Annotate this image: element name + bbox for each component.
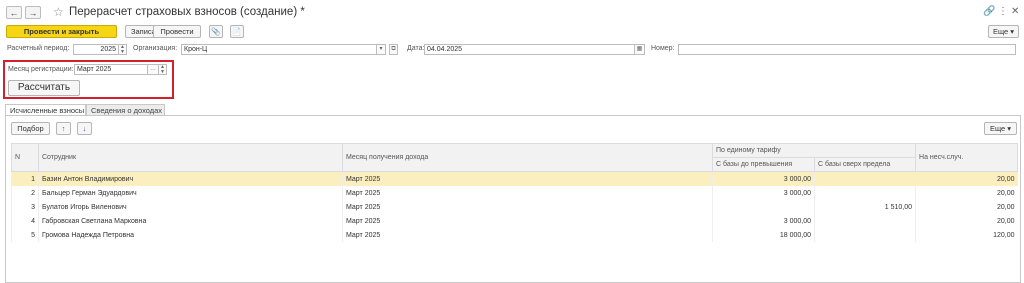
row-base-below: 3 000,00: [712, 186, 815, 200]
post-and-close-button[interactable]: Провести и закрыть: [6, 25, 117, 38]
column-header-month[interactable]: Месяц получения дохода: [342, 143, 713, 172]
organization-dropdown-icon[interactable]: ▾: [377, 44, 386, 55]
row-accident: 20,00: [915, 200, 1018, 214]
column-header-n[interactable]: N: [11, 143, 39, 172]
row-accident: 20,00: [915, 186, 1018, 200]
row-base-above: [813, 228, 916, 242]
row-accident: 120,00: [915, 228, 1018, 242]
table-row[interactable]: 3 Булатов Игорь Виленович Март 2025 1 51…: [11, 200, 1018, 214]
row-employee: Бальцер Герман Эдуардович: [38, 186, 343, 200]
column-header-unified-tariff[interactable]: По единому тарифу: [711, 143, 917, 158]
row-base-above: 1 510,00: [813, 200, 916, 214]
move-down-icon[interactable]: ↓: [77, 122, 92, 135]
row-month: Март 2025: [342, 228, 713, 242]
row-month: Март 2025: [342, 186, 713, 200]
organization-open-icon[interactable]: ⧉: [389, 44, 398, 55]
column-header-base-below[interactable]: С базы до превышения: [712, 157, 815, 172]
column-header-base-above[interactable]: С базы сверх предела: [813, 157, 917, 172]
registration-month-select-icon[interactable]: …: [148, 64, 159, 75]
row-number: 2: [11, 186, 39, 200]
column-header-employee[interactable]: Сотрудник: [38, 143, 343, 172]
registration-month-input[interactable]: Март 2025: [74, 64, 148, 75]
back-button[interactable]: ←: [6, 6, 22, 19]
table-row[interactable]: 1 Базин Антон Владимирович Март 2025 3 0…: [11, 171, 1018, 186]
menu-icon[interactable]: ⋮: [998, 6, 1008, 17]
date-label: Дата:: [407, 45, 425, 52]
number-label: Номер:: [651, 45, 675, 52]
row-number: 4: [11, 214, 39, 228]
row-base-below: 18 000,00: [712, 228, 815, 242]
calendar-icon[interactable]: ▦: [635, 44, 645, 55]
row-number: 1: [11, 171, 39, 186]
row-employee: Габровская Светлана Марковна: [38, 214, 343, 228]
row-base-below: 3 000,00: [712, 171, 815, 186]
row-month: Март 2025: [342, 214, 713, 228]
row-employee: Базин Антон Владимирович: [38, 171, 343, 186]
link-icon[interactable]: 🔗: [983, 6, 995, 17]
attachment-icon[interactable]: 📎: [209, 25, 223, 38]
organization-label: Организация:: [133, 45, 178, 52]
period-spinner[interactable]: ▲ ▼: [119, 44, 127, 55]
number-input[interactable]: [678, 44, 1016, 55]
row-base-above: [813, 186, 916, 200]
date-input[interactable]: 04.04.2025: [424, 44, 635, 55]
period-input[interactable]: 2025: [73, 44, 119, 55]
registration-month-spinner[interactable]: ▲ ▼: [159, 64, 167, 75]
contributions-table[interactable]: N Сотрудник Месяц получения дохода По ед…: [11, 143, 1019, 242]
table-more-button[interactable]: Еще ▾: [984, 122, 1017, 135]
table-row[interactable]: 2 Бальцер Герман Эдуардович Март 2025 3 …: [11, 186, 1018, 200]
row-number: 3: [11, 200, 39, 214]
row-month: Март 2025: [342, 200, 713, 214]
row-month: Март 2025: [342, 171, 713, 186]
row-employee: Булатов Игорь Виленович: [38, 200, 343, 214]
row-employee: Громова Надежда Петровна: [38, 228, 343, 242]
more-button[interactable]: Еще ▾: [988, 25, 1019, 38]
move-up-icon[interactable]: ↑: [56, 122, 71, 135]
pick-button[interactable]: Подбор: [11, 122, 50, 135]
row-base-above: [813, 171, 916, 186]
table-row[interactable]: 4 Габровская Светлана Марковна Март 2025…: [11, 214, 1018, 228]
column-header-accident[interactable]: На несч.случ.: [915, 143, 1019, 172]
row-base-below: [712, 200, 815, 214]
post-button[interactable]: Провести: [153, 25, 201, 38]
window-title: Перерасчет страховых взносов (создание) …: [69, 6, 305, 18]
row-accident: 20,00: [915, 171, 1018, 186]
calculate-button[interactable]: Рассчитать: [8, 80, 80, 96]
table-row[interactable]: 5 Громова Надежда Петровна Март 2025 18 …: [11, 228, 1018, 242]
report-icon[interactable]: 📄: [230, 25, 244, 38]
favorite-star-icon[interactable]: ☆: [53, 5, 64, 19]
registration-month-label: Месяц регистрации:: [8, 66, 74, 73]
row-number: 5: [11, 228, 39, 242]
close-icon[interactable]: ✕: [1011, 6, 1019, 17]
row-accident: 20,00: [915, 214, 1018, 228]
row-base-below: 3 000,00: [712, 214, 815, 228]
period-label: Расчетный период:: [7, 45, 70, 52]
row-base-above: [813, 214, 916, 228]
organization-input[interactable]: Крон-Ц: [181, 44, 377, 55]
forward-button[interactable]: →: [25, 6, 41, 19]
